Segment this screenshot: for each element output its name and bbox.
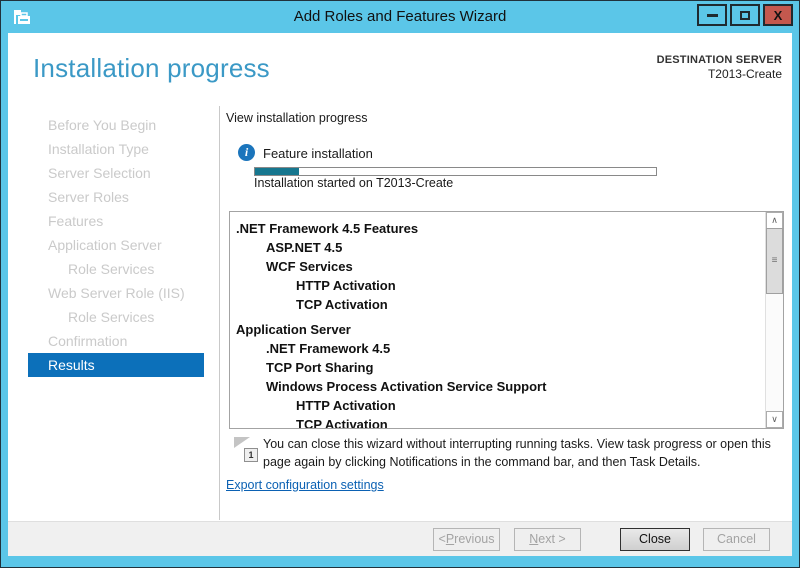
progress-bar-fill [255, 168, 299, 175]
sidebar-item-label: Installation Type [48, 141, 149, 157]
destination-server-block: DESTINATION SERVER T2013-Create [657, 53, 782, 81]
maximize-icon [740, 11, 750, 20]
task-list-item: Application Server [230, 320, 765, 339]
button-label-accel: N [529, 532, 538, 546]
task-list-scrollbar[interactable]: ∧ ≡ ∨ [765, 212, 783, 428]
task-list-item: TCP Port Sharing [230, 358, 765, 377]
button-label-post: Cancel [717, 532, 756, 546]
wizard-window: Add Roles and Features Wizard X Installa… [0, 0, 800, 568]
cancel-button[interactable]: Cancel [703, 528, 770, 551]
sidebar-item-features[interactable]: Features [28, 209, 204, 233]
sidebar-item-installation-type[interactable]: Installation Type [28, 137, 204, 161]
sidebar-item-server-roles[interactable]: Server Roles [28, 185, 204, 209]
sidebar-item-label: Results [48, 357, 95, 373]
sidebar-item-application-server[interactable]: Application Server [28, 233, 204, 257]
chevron-down-icon: ∨ [771, 414, 778, 424]
task-list-item-label: ASP.NET 4.5 [266, 240, 342, 255]
task-list-item-label: WCF Services [266, 259, 353, 274]
close-button[interactable]: Close [620, 528, 690, 551]
task-list-item: HTTP Activation [230, 396, 765, 415]
dialog-content: Installation progress DESTINATION SERVER… [8, 33, 792, 556]
button-label-accel: P [446, 532, 454, 546]
sidebar-item-label: Application Server [48, 237, 162, 253]
sidebar-item-label: Web Server Role (IIS) [48, 285, 185, 301]
export-configuration-link[interactable]: Export configuration settings [226, 478, 384, 492]
sidebar-item-confirmation[interactable]: Confirmation [28, 329, 204, 353]
sidebar-item-label: Features [48, 213, 103, 229]
sidebar-item-server-selection[interactable]: Server Selection [28, 161, 204, 185]
button-label-post: Close [639, 532, 671, 546]
info-icon: i [238, 144, 255, 161]
task-list-item-label: .NET Framework 4.5 [266, 341, 390, 356]
destination-server-label: DESTINATION SERVER [657, 53, 782, 67]
progress-status-text: Installation started on T2013-Create [254, 176, 453, 190]
task-rows: .NET Framework 4.5 Features ASP.NET 4.5 … [230, 212, 765, 428]
scrollbar-grip-icon: ≡ [772, 255, 778, 266]
next-button[interactable]: Next > [514, 528, 581, 551]
sidebar-item-results[interactable]: Results [28, 353, 204, 377]
sidebar-item-role-services-iis[interactable]: Role Services [28, 305, 204, 329]
task-list-item-label: .NET Framework 4.5 Features [236, 221, 418, 236]
sidebar-divider [219, 106, 220, 520]
task-list-item: TCP Activation [230, 415, 765, 428]
button-label-post: revious [454, 532, 494, 546]
task-list-item: .NET Framework 4.5 Features [230, 219, 765, 238]
close-window-button[interactable]: X [763, 4, 793, 26]
progress-bar [254, 167, 657, 176]
scrollbar-thumb[interactable]: ≡ [766, 228, 783, 294]
wizard-steps-sidebar: Before You Begin Installation Type Serve… [8, 113, 219, 377]
close-wizard-note: You can close this wizard without interr… [263, 435, 771, 471]
view-progress-label: View installation progress [226, 111, 368, 125]
destination-server-value: T2013-Create [657, 67, 782, 81]
chevron-up-icon: ∧ [771, 215, 778, 225]
task-list-item-label: TCP Activation [296, 297, 388, 312]
button-label-pre: < [439, 532, 446, 546]
scroll-down-button[interactable]: ∨ [766, 411, 783, 428]
sidebar-item-label: Server Roles [48, 189, 129, 205]
installation-task-list: .NET Framework 4.5 Features ASP.NET 4.5 … [229, 211, 784, 429]
sidebar-item-before-you-begin[interactable]: Before You Begin [28, 113, 204, 137]
task-list-item-label: Windows Process Activation Service Suppo… [266, 379, 546, 394]
task-list-item: ASP.NET 4.5 [230, 238, 765, 257]
button-bar: < Previous Next > Close Cancel [8, 521, 792, 556]
previous-button[interactable]: < Previous [433, 528, 500, 551]
sidebar-item-label: Role Services [68, 309, 154, 325]
task-list-item: HTTP Activation [230, 276, 765, 295]
task-list-item-label: TCP Activation [296, 417, 388, 428]
minimize-icon [707, 14, 718, 17]
task-list-item: Windows Process Activation Service Suppo… [230, 377, 765, 396]
feature-installation-label: Feature installation [263, 146, 373, 161]
sidebar-item-label: Server Selection [48, 165, 151, 181]
task-list-item-label: Application Server [236, 322, 351, 337]
task-list-item-label: HTTP Activation [296, 278, 396, 293]
title-bar[interactable]: Add Roles and Features Wizard X [1, 1, 799, 33]
button-label-post: ext > [538, 532, 565, 546]
minimize-button[interactable] [697, 4, 727, 26]
sidebar-item-label: Before You Begin [48, 117, 156, 133]
task-list-item-label: HTTP Activation [296, 398, 396, 413]
close-icon: X [774, 8, 783, 23]
notification-flag-icon: 1 [234, 437, 260, 465]
task-list-item: TCP Activation [230, 295, 765, 314]
task-list-item-label: TCP Port Sharing [266, 360, 373, 375]
scroll-up-button[interactable]: ∧ [766, 212, 783, 229]
sidebar-item-label: Role Services [68, 261, 154, 277]
window-controls: X [694, 4, 793, 26]
notification-count-badge: 1 [244, 448, 258, 462]
sidebar-item-label: Confirmation [48, 333, 127, 349]
page-title: Installation progress [33, 53, 270, 84]
task-list-item: .NET Framework 4.5 [230, 339, 765, 358]
window-title: Add Roles and Features Wizard [1, 8, 799, 25]
task-list-item: WCF Services [230, 257, 765, 276]
maximize-button[interactable] [730, 4, 760, 26]
sidebar-item-role-services-app[interactable]: Role Services [28, 257, 204, 281]
flag-icon [234, 437, 250, 448]
sidebar-item-web-server-role-iis[interactable]: Web Server Role (IIS) [28, 281, 204, 305]
